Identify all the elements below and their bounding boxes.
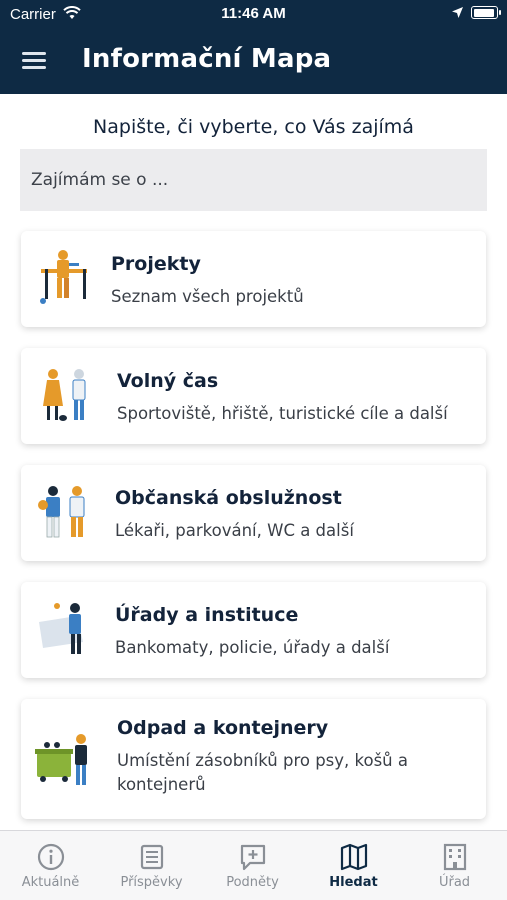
tab-label: Podněty [226, 875, 279, 890]
category-card-urady-a-instituce[interactable]: Úřady a instituce Bankomaty, policie, úř… [21, 582, 486, 678]
tab-urad[interactable]: Úřad [404, 831, 505, 900]
tab-label: Úřad [438, 875, 471, 890]
tab-label: Příspěvky [120, 875, 183, 890]
category-card-volny-cas[interactable]: Volný čas Sportoviště, hřiště, turistick… [21, 348, 486, 444]
info-icon [36, 842, 66, 872]
bottom-tab-bar: Aktuálně Příspěvky Podněty Hledat Úřad [0, 830, 507, 900]
category-title: Volný čas [117, 370, 219, 392]
category-card-projekty[interactable]: Projekty Seznam všech projektů [21, 231, 486, 327]
office-desk-illustration [35, 602, 95, 658]
location-arrow-icon [451, 6, 464, 23]
category-subtitle: Umístění zásobníků pro psy, košů a konte… [117, 751, 408, 794]
tab-prispevky[interactable]: Příspěvky [101, 831, 202, 900]
category-card-obcanska-obsluznost[interactable]: Občanská obslužnost Lékaři, parkování, W… [21, 465, 486, 561]
people-talking-illustration [35, 483, 95, 539]
page-title: Informační Mapa [82, 44, 332, 74]
tab-label: Hledat [329, 875, 378, 890]
document-icon [137, 842, 167, 872]
category-title: Odpad a kontejnery [117, 717, 329, 739]
category-title: Občanská obslužnost [115, 487, 342, 509]
tab-podnety[interactable]: Podněty [202, 831, 303, 900]
category-subtitle: Sportoviště, hřiště, turistické cíle a d… [117, 404, 448, 423]
category-subtitle: Lékaři, parkování, WC a další [115, 521, 354, 540]
search-prompt: Napište, či vyberte, co Vás zajímá [93, 116, 414, 138]
status-bar: Carrier 11:46 AM [0, 0, 507, 28]
category-title: Úřady a instituce [115, 604, 299, 626]
app-header: Carrier 11:46 AM Informační Mapa [0, 0, 507, 94]
category-subtitle: Bankomaty, policie, úřady a další [115, 638, 390, 657]
map-icon [339, 842, 369, 872]
hamburger-menu-icon[interactable] [22, 50, 48, 70]
tab-label: Aktuálně [21, 875, 80, 890]
tab-aktualne[interactable]: Aktuálně [0, 831, 101, 900]
waste-container-illustration [35, 731, 95, 787]
category-subtitle: Seznam všech projektů [111, 287, 304, 306]
add-comment-icon [238, 842, 268, 872]
people-leisure-illustration [35, 366, 95, 422]
tab-hledat[interactable]: Hledat [303, 831, 404, 900]
building-icon [440, 842, 470, 872]
clock: 11:46 AM [221, 5, 286, 22]
category-title: Projekty [111, 253, 201, 275]
main-content: Napište, či vyberte, co Vás zajímá Proje… [0, 94, 507, 830]
construction-worker-illustration [35, 249, 95, 305]
category-card-odpad-a-kontejnery[interactable]: Odpad a kontejnery Umístění zásobníků pr… [21, 699, 486, 819]
battery-icon [471, 6, 501, 19]
search-input[interactable] [20, 149, 487, 211]
